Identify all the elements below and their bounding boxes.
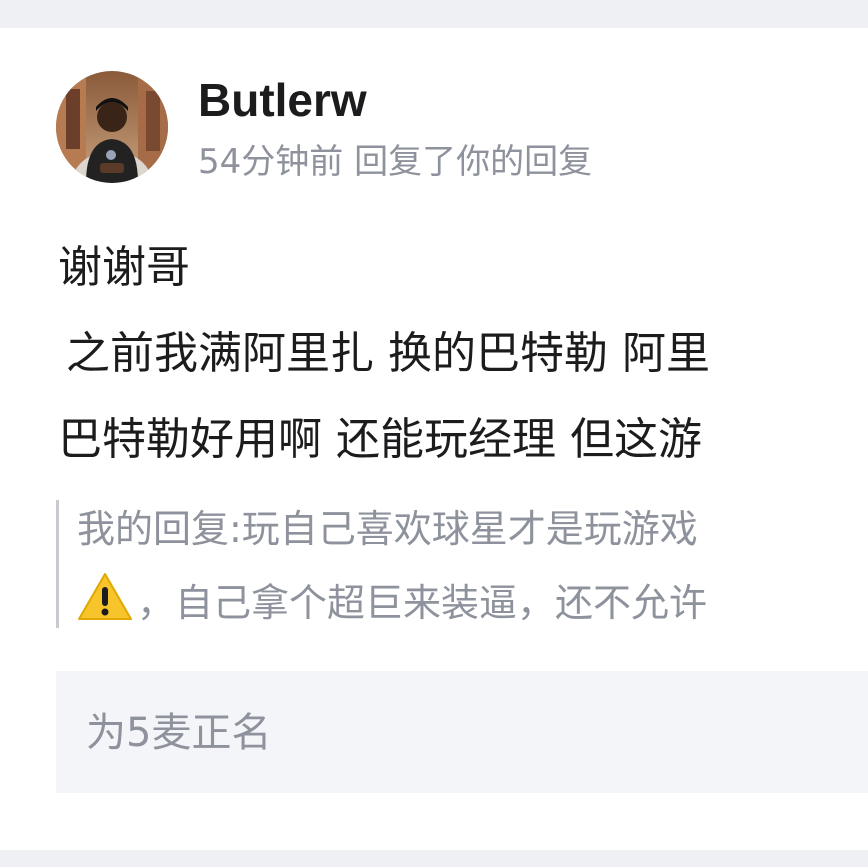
comment-body-line: 谢谢哥: [58, 242, 190, 293]
warning-icon: [77, 572, 133, 634]
quoted-reply-text: ，自己拿个超巨来装逼，还不允许: [137, 581, 708, 625]
top-separator: [0, 0, 868, 28]
quoted-reply-line: 我的回复:玩自己喜欢球星才是玩游戏: [77, 507, 698, 551]
timestamp: 54分钟前: [198, 142, 344, 182]
action-text: 回复了你的回复: [354, 142, 593, 182]
quoted-reply-line: ，自己拿个超巨来装逼，还不允许: [77, 572, 707, 634]
comment-body-line: 巴特勒好用啊 还能玩经理 但这游: [58, 414, 702, 465]
comment-meta: 54分钟前 回复了你的回复: [198, 140, 592, 184]
comment-card: Butlerw 54分钟前 回复了你的回复 谢谢哥 之前我满阿里扎 换的巴特勒 …: [0, 28, 868, 850]
username[interactable]: Butlerw: [198, 72, 367, 128]
bottom-separator: [0, 850, 868, 867]
quoted-reply[interactable]: 我的回复:玩自己喜欢球星才是玩游戏 ，自己拿个超巨来装逼，还不允许: [56, 500, 868, 628]
avatar-photo-icon: [56, 71, 168, 183]
comment-body-line: 之前我满阿里扎 换的巴特勒 阿里: [66, 328, 710, 379]
avatar[interactable]: [56, 71, 168, 183]
reply-input-text: 为5麦正名: [86, 710, 272, 756]
reply-input[interactable]: 为5麦正名: [56, 671, 868, 793]
